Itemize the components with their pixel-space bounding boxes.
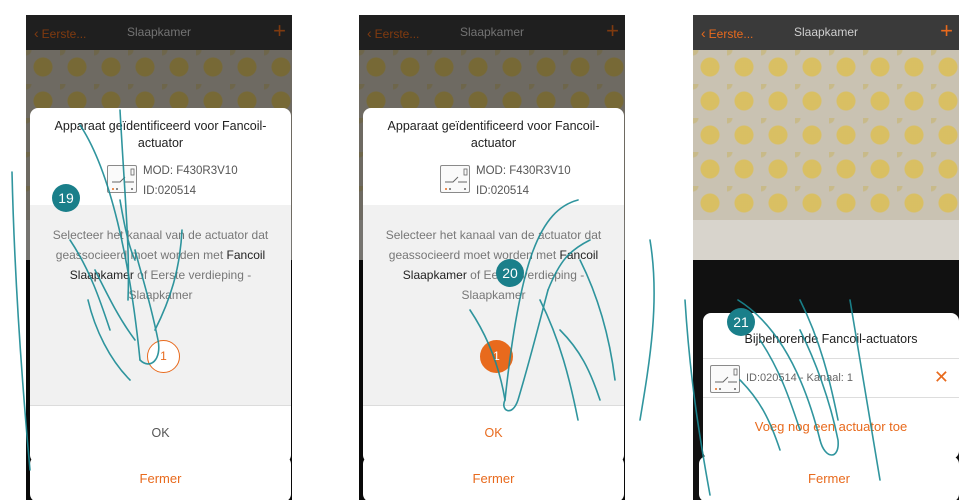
actuator-info: ID:020514 - Kanaal: 1 (746, 372, 854, 384)
screen-step-21: ‹ Eerste... Slaapkamer + Bijbehorende Fan… (693, 15, 959, 500)
identified-device-dialog: Apparaat geïdentificeerd voor Fancoil-ac… (363, 108, 624, 463)
ok-button[interactable]: OK (363, 406, 624, 463)
step-21-badge: 21 (727, 308, 755, 336)
dialog-title: Apparaat geïdentificeerd voor Fancoil-ac… (54, 119, 267, 150)
close-icon[interactable]: ✕ (934, 367, 949, 388)
actuator-device-icon (440, 165, 470, 193)
top-bar: ‹ Eerste... Slaapkamer + (693, 15, 959, 50)
step-19-badge: 19 (52, 184, 80, 212)
identified-device-dialog: Apparaat geïdentificeerd voor Fancoil-ac… (30, 108, 291, 463)
list-item[interactable]: ID:020514 - Kanaal: 1 ✕ (703, 358, 959, 398)
step-20-badge: 20 (496, 259, 524, 287)
add-actuator-link[interactable]: Voeg nog een actuator toe (703, 419, 959, 434)
instruction-area: Selecteer het kanaal van de actuator dat… (363, 205, 624, 405)
screen-step-20: ‹ Eerste... Slaapkamer + Apparaat geïdent… (359, 15, 625, 500)
channel-1-button[interactable]: 1 (147, 340, 180, 373)
fermer-button[interactable]: Fermer (699, 456, 959, 500)
device-id: ID:020514 (476, 185, 530, 197)
actuator-device-icon (710, 365, 740, 393)
instruction-area: Selecteer het kanaal van de actuator dat… (30, 205, 291, 405)
channel-1-button[interactable]: 1 (480, 340, 513, 373)
fermer-button[interactable]: Fermer (363, 456, 624, 500)
ok-button[interactable]: OK (30, 406, 291, 463)
page-title: Slaapkamer (793, 25, 859, 39)
actuator-device-icon (107, 165, 137, 193)
instruction-text: Selecteer het kanaal van de actuator dat… (385, 228, 602, 302)
instruction-text: Selecteer het kanaal van de actuator dat… (52, 228, 269, 302)
dialog-title: Apparaat geïdentificeerd voor Fancoil-ac… (387, 119, 600, 150)
device-model: MOD: F430R3V10 (143, 165, 238, 177)
fermer-button[interactable]: Fermer (30, 456, 291, 500)
device-model: MOD: F430R3V10 (476, 165, 571, 177)
screen-step-19: ‹ Eerste... Slaapkamer + Apparaat geïdent… (26, 15, 292, 500)
device-id: ID:020514 (143, 185, 197, 197)
add-button[interactable]: + (940, 18, 953, 44)
